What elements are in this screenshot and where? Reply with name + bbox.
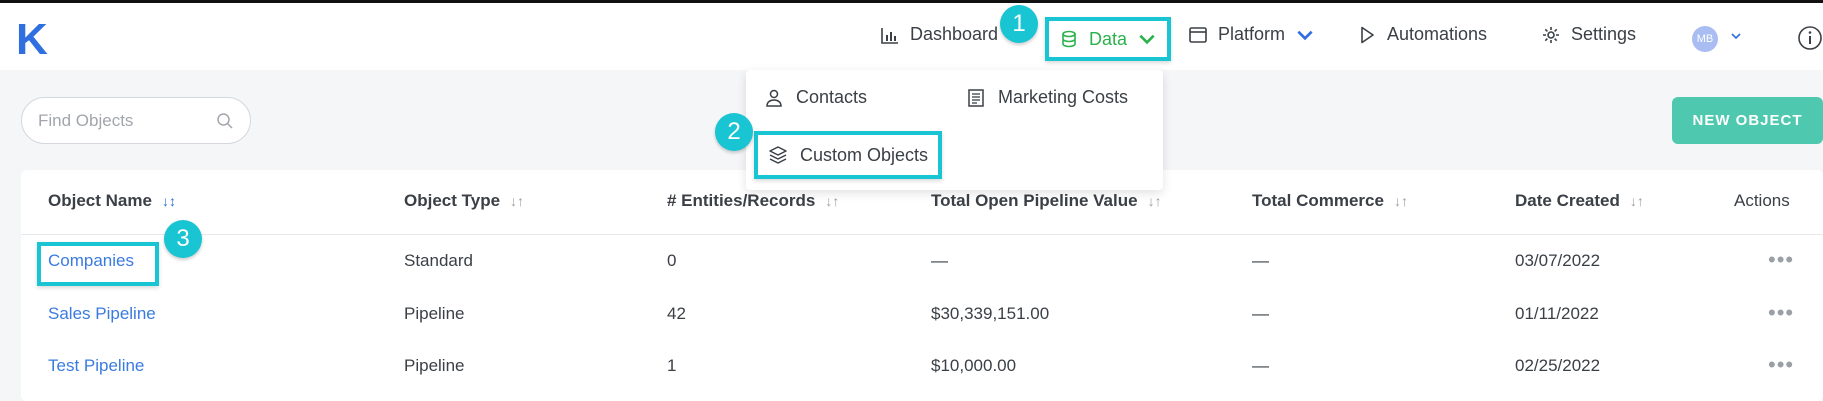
nav-dashboard-label: Dashboard — [910, 24, 999, 44]
row-actions-menu[interactable]: ••• — [1768, 247, 1794, 273]
data-dropdown-menu: Contacts Marketing Costs Custom Objects — [746, 70, 1163, 190]
new-object-button[interactable]: NEW OBJECT — [1672, 97, 1823, 144]
column-header-object-name[interactable]: Object Name ↓↕ — [48, 191, 176, 211]
menu-item-label: Contacts — [796, 87, 868, 107]
search-input[interactable] — [38, 110, 216, 131]
play-icon — [1361, 26, 1374, 43]
menu-item-contacts[interactable]: Contacts — [764, 87, 867, 108]
chevron-down-icon — [1139, 34, 1155, 45]
chevron-down-icon[interactable] — [1730, 30, 1742, 42]
nav-data-label: Data — [1089, 28, 1128, 49]
chevron-down-icon — [1297, 30, 1313, 40]
cell-commerce: — — [1252, 304, 1269, 323]
cell-date-created: 01/11/2022 — [1515, 304, 1599, 323]
nav-automations[interactable]: Automations — [1357, 24, 1487, 45]
column-header-object-type[interactable]: Object Type ↓↑ — [404, 191, 524, 211]
nav-settings-label: Settings — [1571, 24, 1637, 44]
column-label: Total Open Pipeline Value — [931, 191, 1138, 210]
object-link-test-pipeline[interactable]: Test Pipeline — [48, 356, 144, 376]
column-header-date-created[interactable]: Date Created ↓↑ — [1515, 191, 1644, 211]
nav-settings[interactable]: Settings — [1541, 24, 1636, 45]
cell-commerce: — — [1252, 356, 1269, 375]
menu-item-marketing-costs[interactable]: Marketing Costs — [966, 87, 1128, 108]
nav-platform-label: Platform — [1218, 24, 1286, 44]
row-actions-menu[interactable]: ••• — [1768, 352, 1794, 378]
cell-object-type: Standard — [404, 251, 473, 270]
step-callout-2: 2 — [715, 113, 753, 151]
document-icon — [968, 88, 984, 107]
window-icon — [1189, 26, 1207, 43]
step-callout-1: 1 — [1000, 5, 1038, 43]
column-label: Total Commerce — [1252, 191, 1384, 210]
gear-icon — [1543, 26, 1559, 43]
cell-pipeline-value: $30,339,151.00 — [931, 304, 1050, 323]
nav-dashboard[interactable]: Dashboard — [880, 24, 998, 45]
app-logo[interactable]: K — [16, 15, 48, 65]
cell-pipeline-value: $10,000.00 — [931, 356, 1017, 375]
cell-pipeline-value: — — [931, 251, 948, 270]
column-label: Actions — [1734, 191, 1790, 210]
top-nav-bar: K Dashboard Data Platform Automations Se… — [0, 0, 1823, 70]
column-label: Date Created — [1515, 191, 1620, 210]
nav-automations-label: Automations — [1387, 24, 1488, 44]
info-icon[interactable] — [1797, 25, 1823, 51]
cell-date-created: 02/25/2022 — [1515, 356, 1601, 375]
step-callout-3: 3 — [164, 220, 202, 258]
avatar[interactable]: MB — [1692, 26, 1718, 52]
column-label: # Entities/Records — [667, 191, 816, 210]
menu-item-label: Custom Objects — [800, 144, 929, 165]
menu-item-label: Marketing Costs — [998, 87, 1129, 107]
sort-icon[interactable]: ↓↕ — [162, 193, 176, 209]
bar-chart-icon — [881, 27, 898, 44]
sort-icon[interactable]: ↓↑ — [510, 193, 524, 209]
column-header-total-commerce[interactable]: Total Commerce ↓↑ — [1252, 191, 1408, 211]
cell-date-created: 03/07/2022 — [1515, 251, 1601, 270]
cell-object-type: Pipeline — [404, 356, 465, 375]
cell-records: 1 — [667, 356, 677, 375]
cell-object-type: Pipeline — [404, 304, 465, 323]
database-icon — [1062, 30, 1076, 48]
column-header-actions: Actions — [1734, 191, 1790, 211]
sort-icon[interactable]: ↓↑ — [1394, 193, 1408, 209]
sort-icon[interactable]: ↓↑ — [1630, 193, 1644, 209]
row-actions-menu[interactable]: ••• — [1768, 300, 1794, 326]
column-header-records[interactable]: # Entities/Records ↓↑ — [667, 191, 839, 211]
column-header-pipeline-value[interactable]: Total Open Pipeline Value ↓↑ — [931, 191, 1162, 211]
search-icon[interactable] — [216, 112, 234, 130]
nav-data[interactable]: Data — [1045, 17, 1172, 61]
search-box — [21, 97, 251, 144]
highlight-box-companies — [37, 242, 159, 286]
layers-icon — [769, 146, 787, 164]
menu-item-custom-objects[interactable]: Custom Objects — [754, 131, 943, 179]
column-label: Object Type — [404, 191, 501, 210]
column-label: Object Name — [48, 191, 152, 210]
object-link-sales-pipeline[interactable]: Sales Pipeline — [48, 304, 156, 324]
sort-icon[interactable]: ↓↑ — [825, 193, 839, 209]
cell-records: 0 — [667, 251, 677, 270]
header-divider — [21, 234, 1823, 235]
cell-records: 42 — [667, 304, 686, 323]
nav-platform[interactable]: Platform — [1188, 24, 1315, 45]
sort-icon[interactable]: ↓↑ — [1148, 193, 1162, 209]
cell-commerce: — — [1252, 251, 1269, 270]
user-icon — [766, 89, 782, 107]
